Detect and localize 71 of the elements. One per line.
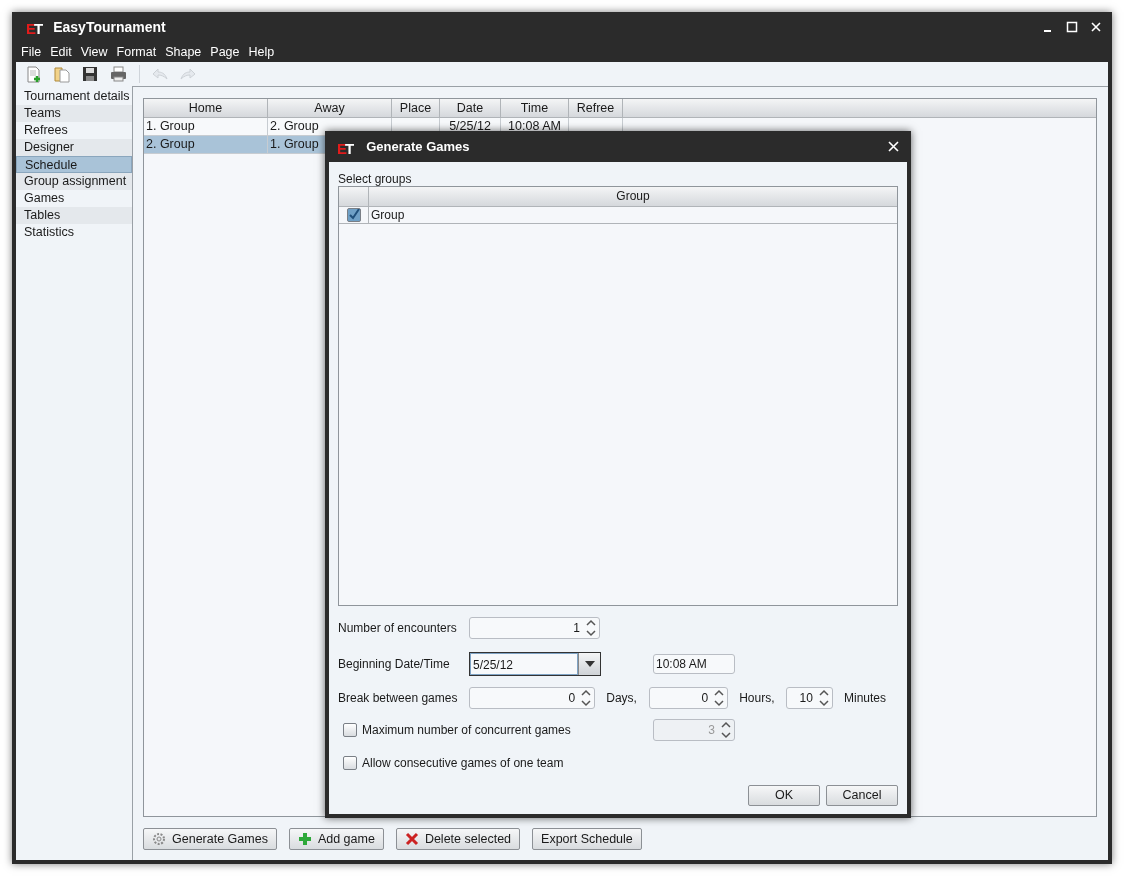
menu-item[interactable]: Format bbox=[116, 42, 157, 62]
menu-item[interactable]: Edit bbox=[50, 42, 72, 62]
maximize-icon[interactable] bbox=[1066, 21, 1078, 33]
menu-item[interactable]: File bbox=[21, 42, 42, 62]
toolbar-button[interactable]: Delete selected bbox=[395, 828, 521, 850]
number-field[interactable]: 1 bbox=[469, 617, 600, 639]
sidebar-item[interactable]: Tournament details bbox=[16, 88, 132, 105]
field-label: Beginning Date/Time bbox=[338, 656, 451, 673]
sidebar-item[interactable]: Games bbox=[16, 190, 132, 207]
table-cell: 2. Group bbox=[270, 119, 319, 133]
checkbox[interactable] bbox=[343, 756, 357, 770]
number-field[interactable]: 10 bbox=[786, 687, 833, 709]
new-document-icon[interactable] bbox=[26, 65, 42, 83]
plus-icon bbox=[297, 832, 312, 846]
window-title: EasyTournament bbox=[53, 17, 166, 37]
spin-arrows-icon[interactable] bbox=[581, 689, 592, 707]
column-header[interactable]: Time bbox=[501, 99, 569, 117]
close-icon[interactable] bbox=[888, 141, 899, 152]
dialog-button[interactable]: OK bbox=[748, 785, 820, 806]
sidebar-item[interactable]: Group assignment bbox=[16, 173, 132, 190]
unit-label: Days, bbox=[606, 690, 637, 707]
table-cell: 1. Group bbox=[146, 119, 195, 133]
printer-icon[interactable] bbox=[110, 66, 127, 82]
sidebar-item[interactable]: Schedule bbox=[16, 156, 132, 173]
menu-item[interactable]: Page bbox=[210, 42, 240, 62]
toolbar-button[interactable]: Add game bbox=[288, 828, 384, 850]
column-header[interactable]: Date bbox=[440, 99, 501, 117]
sidebar-item[interactable]: Teams bbox=[16, 105, 132, 122]
sidebar-item[interactable]: Statistics bbox=[16, 224, 132, 241]
gear-icon bbox=[152, 832, 166, 846]
table-cell: 1. Group bbox=[270, 137, 319, 151]
number-field[interactable]: 0 bbox=[648, 687, 729, 709]
time-field[interactable]: 10:08 AM bbox=[653, 654, 735, 674]
table-cell: 2. Group bbox=[146, 137, 195, 151]
save-icon[interactable] bbox=[82, 66, 98, 82]
toolbar-button[interactable]: Generate Games bbox=[143, 828, 277, 850]
toolbar-button[interactable]: Export Schedule bbox=[532, 828, 642, 850]
unit-label: Minutes bbox=[843, 690, 886, 707]
close-icon[interactable] bbox=[1090, 21, 1102, 33]
sidebar-item[interactable]: Refrees bbox=[16, 122, 132, 139]
number-field[interactable]: 0 bbox=[469, 687, 596, 709]
option-label[interactable]: Maximum number of concurrent games bbox=[362, 721, 653, 739]
column-header[interactable]: Place bbox=[392, 99, 440, 117]
logo: ET bbox=[337, 138, 355, 156]
checkbox[interactable] bbox=[343, 723, 357, 737]
column-header[interactable]: Home bbox=[144, 99, 268, 117]
sidebar-item[interactable]: Tables bbox=[16, 207, 132, 224]
checkbox[interactable] bbox=[346, 208, 361, 222]
spin-arrows-icon[interactable] bbox=[714, 689, 725, 707]
spin-arrows-icon[interactable] bbox=[818, 689, 829, 707]
delete-x-icon bbox=[404, 832, 419, 846]
dropdown-arrow-icon[interactable] bbox=[584, 661, 595, 667]
table-cell: 5/25/12 bbox=[449, 119, 491, 133]
field-label: Number of encounters bbox=[338, 620, 458, 637]
date-picker[interactable]: 5/25/12 bbox=[469, 652, 601, 676]
section-label: Select groups bbox=[338, 172, 413, 186]
spin-arrows-icon[interactable] bbox=[586, 619, 596, 637]
dialog-title: Generate Games bbox=[366, 137, 470, 156]
field-label: Break between games bbox=[338, 690, 459, 707]
menu-item[interactable]: View bbox=[80, 42, 108, 62]
menu-item[interactable]: Shape bbox=[165, 42, 202, 62]
option-label[interactable]: Allow consecutive games of one team bbox=[362, 754, 653, 772]
menu-item[interactable]: Help bbox=[248, 42, 275, 62]
unit-label: Hours, bbox=[739, 690, 775, 707]
column-header[interactable]: Refree bbox=[569, 99, 623, 117]
table-cell: 10:08 AM bbox=[508, 119, 561, 133]
dialog-button[interactable]: Cancel bbox=[826, 785, 898, 806]
table-cell-text: Group bbox=[370, 207, 405, 223]
column-header[interactable]: Away bbox=[268, 99, 392, 117]
sidebar-item[interactable]: Designer bbox=[16, 139, 132, 156]
logo: ET bbox=[26, 19, 44, 36]
